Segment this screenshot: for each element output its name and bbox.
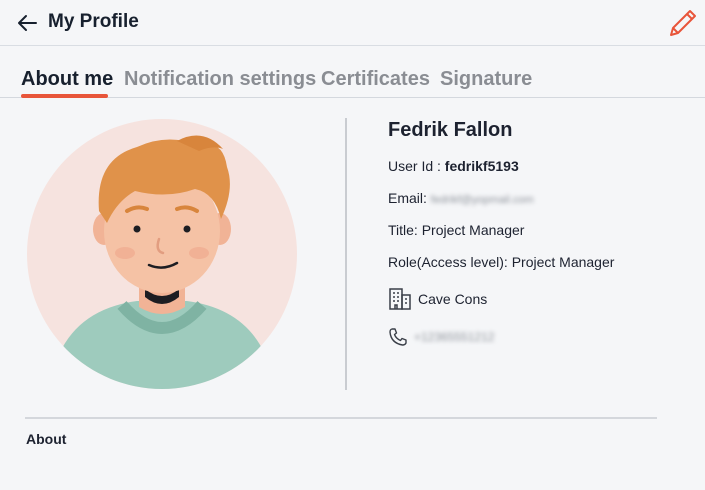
company-name: Cave Cons xyxy=(418,291,488,307)
building-icon xyxy=(389,288,411,310)
phone-icon xyxy=(389,328,407,346)
user-id-label: User Id : xyxy=(388,158,445,174)
arrow-left-icon[interactable] xyxy=(16,12,38,34)
company-row: Cave Cons xyxy=(388,287,487,311)
tab-certificates[interactable]: Certificates xyxy=(321,68,430,91)
phone-number: +12365551212 xyxy=(414,330,495,344)
tab-notification-settings[interactable]: Notification settings xyxy=(124,68,316,91)
phone-row: +12365551212 xyxy=(388,327,494,347)
avatar xyxy=(27,119,297,389)
section-divider xyxy=(25,417,657,419)
profile-tabs: About me Notification settings Certifica… xyxy=(0,46,705,98)
vertical-divider xyxy=(345,118,347,390)
role-row: Role(Access level): Project Manager xyxy=(388,254,615,270)
page-title: My Profile xyxy=(48,11,139,32)
email-value: fedrikf@yopmail.com xyxy=(430,194,534,206)
pencil-icon[interactable] xyxy=(668,8,698,38)
tab-signature[interactable]: Signature xyxy=(440,68,532,91)
about-section-label: About xyxy=(26,431,67,447)
email-row: Email: fedrikf@yopmail.com xyxy=(388,190,534,206)
tab-about-me[interactable]: About me xyxy=(21,68,113,91)
title-row: Title: Project Manager xyxy=(388,222,525,238)
active-tab-indicator xyxy=(21,94,108,98)
profile-name: Fedrik Fallon xyxy=(388,119,513,141)
user-id-value: fedrikf5193 xyxy=(444,158,519,174)
email-label: Email: xyxy=(388,190,431,206)
header-bar: My Profile xyxy=(0,0,705,46)
person-illustration xyxy=(57,135,267,389)
user-id-row: User Id : fedrikf5193 xyxy=(388,158,519,174)
